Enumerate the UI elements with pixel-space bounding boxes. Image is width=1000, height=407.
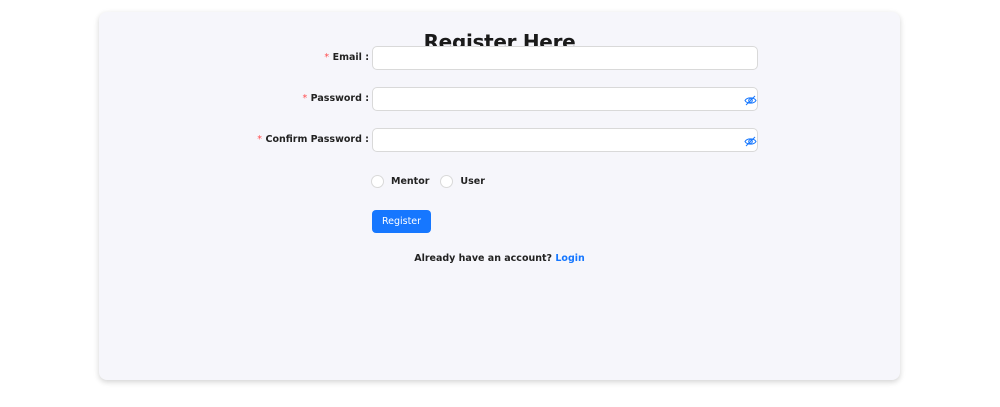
password-field[interactable] — [372, 87, 758, 111]
eye-invisible-icon[interactable] — [744, 92, 757, 106]
confirm-password-label-text: Confirm Password : — [265, 134, 369, 145]
required-mark: * — [256, 134, 263, 145]
radio-mentor-label: Mentor — [391, 175, 430, 187]
radio-user[interactable]: User — [440, 174, 485, 188]
password-label: * Password : — [302, 87, 369, 111]
submit-row: Register — [99, 210, 900, 234]
email-row: * Email : — [99, 46, 900, 70]
login-prompt: Already have an account? Login — [99, 253, 900, 264]
email-label: * Email : — [324, 46, 369, 70]
eye-invisible-icon[interactable] — [744, 133, 757, 147]
confirm-password-label: * Confirm Password : — [257, 128, 369, 152]
radio-circle[interactable] — [440, 174, 454, 188]
required-mark: * — [301, 93, 308, 104]
login-prompt-text: Already have an account? — [414, 253, 553, 264]
required-mark: * — [323, 52, 330, 63]
confirm-password-row: * Confirm Password : — [99, 128, 900, 152]
confirm-password-field[interactable] — [372, 128, 758, 152]
password-row: * Password : — [99, 87, 900, 111]
radio-mentor[interactable]: Mentor — [371, 174, 430, 188]
register-button[interactable]: Register — [372, 210, 431, 233]
radio-circle[interactable] — [371, 174, 384, 188]
radio-user-label: User — [460, 175, 485, 187]
login-link[interactable]: Login — [555, 253, 584, 264]
register-card: Register Here * Email : * Password : * Conf… — [99, 12, 900, 380]
role-row: Mentor User — [99, 173, 900, 189]
password-label-text: Password : — [310, 93, 369, 104]
role-radio-group: Mentor User — [371, 173, 496, 189]
email-field[interactable] — [372, 46, 758, 70]
email-label-text: Email : — [332, 52, 369, 63]
